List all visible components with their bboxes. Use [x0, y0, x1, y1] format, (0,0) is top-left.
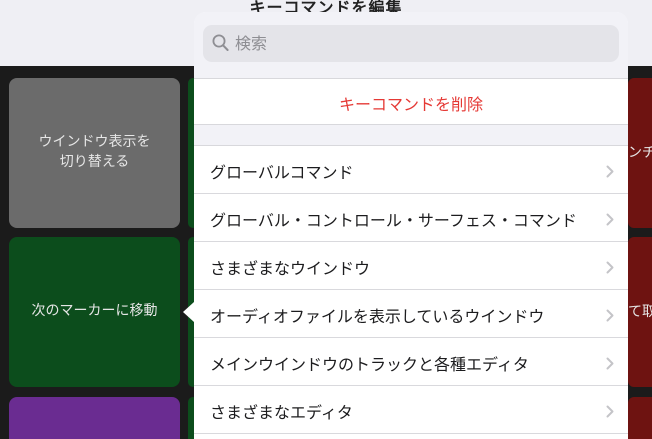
search-field[interactable] [203, 25, 619, 62]
key-command-popover: キーコマンドを削除 グローバルコマンド グローバル・コントロール・サーフェス・コ… [194, 12, 628, 439]
delete-label: キーコマンドを削除 [338, 95, 483, 114]
popover-arrow [183, 302, 194, 322]
pad-label: 次のマーカーに移動 [31, 303, 158, 319]
pad-red-bottom[interactable] [628, 397, 652, 439]
pad-label: て取 [628, 304, 652, 320]
pad-label: ウインドウ表示を 切り替える [38, 134, 151, 170]
section-gap [194, 124, 628, 146]
pad-red-top[interactable]: ンチ [628, 78, 652, 228]
pad-next-marker[interactable]: 次のマーカーに移動 [9, 237, 180, 387]
list-item-global-commands[interactable]: グローバルコマンド [194, 146, 628, 194]
list-item-various-windows[interactable]: さまざまなウインドウ [194, 242, 628, 290]
list-item-global-control-surface-commands[interactable]: グローバル・コントロール・サーフェス・コマンド [194, 194, 628, 242]
list-item-label: グローバル・コントロール・サーフェス・コマンド [210, 211, 577, 230]
pad-red-middle[interactable]: て取 [628, 237, 652, 387]
chevron-right-icon [606, 213, 614, 226]
list-item-various-editors[interactable]: さまざまなエディタ [194, 386, 628, 434]
list-item-main-window-tracks-editors[interactable]: メインウインドウのトラックと各種エディタ [194, 338, 628, 386]
list-item-label: グローバルコマンド [210, 163, 354, 182]
chevron-right-icon [606, 309, 614, 322]
search-input[interactable] [235, 30, 605, 57]
chevron-right-icon [606, 261, 614, 274]
list-item-label: さまざまなエディタ [210, 403, 353, 422]
popover-header [194, 12, 628, 78]
list-item-label: さまざまなウインドウ [210, 259, 371, 278]
pad-label: ンチ [628, 145, 652, 161]
pad-purple[interactable] [9, 397, 180, 439]
chevron-right-icon [606, 405, 614, 418]
list-item-audio-file-windows[interactable]: オーディオファイルを表示しているウインドウ [194, 290, 628, 338]
list-item-label: メインウインドウのトラックと各種エディタ [210, 355, 529, 374]
delete-key-command-button[interactable]: キーコマンドを削除 [194, 79, 628, 124]
chevron-right-icon [606, 165, 614, 178]
search-icon [212, 34, 229, 51]
chevron-right-icon [606, 357, 614, 370]
command-category-list: グローバルコマンド グローバル・コントロール・サーフェス・コマンド さまざまなウ… [194, 146, 628, 434]
pad-toggle-window[interactable]: ウインドウ表示を 切り替える [9, 78, 180, 228]
list-item-label: オーディオファイルを表示しているウインドウ [210, 307, 545, 326]
